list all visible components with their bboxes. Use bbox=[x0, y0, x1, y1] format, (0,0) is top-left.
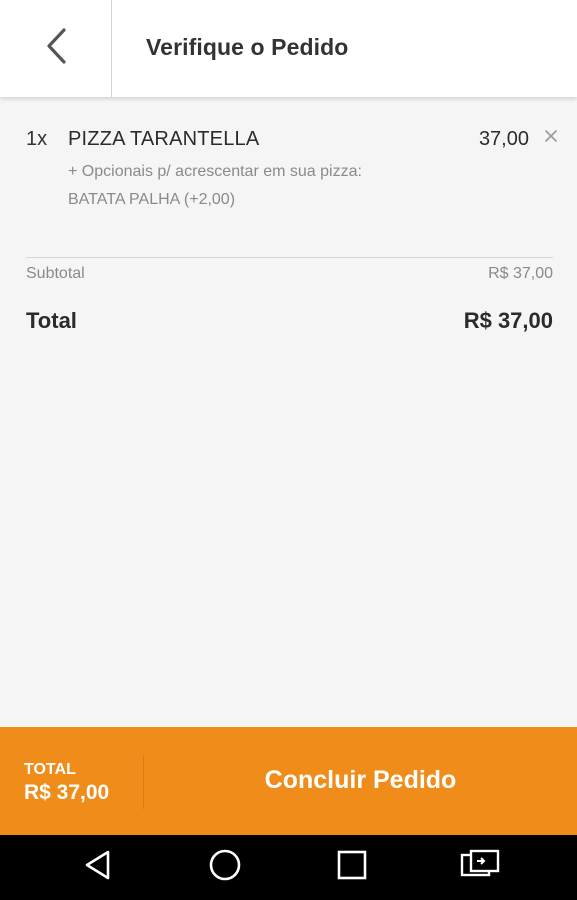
divider bbox=[26, 257, 553, 258]
recents-square-icon bbox=[336, 849, 368, 886]
item-price: 37,00 bbox=[478, 128, 529, 150]
subtotal-value: R$ 37,00 bbox=[488, 265, 553, 282]
footer-total-label: TOTAL bbox=[24, 761, 76, 778]
back-button[interactable] bbox=[0, 0, 112, 97]
item-name: PIZZA TARANTELLA bbox=[68, 128, 260, 150]
checkout-action-bar: TOTAL R$ 37,00 Concluir Pedido bbox=[0, 727, 577, 835]
footer-total: TOTAL R$ 37,00 bbox=[0, 727, 143, 835]
footer-total-value: R$ 37,00 bbox=[24, 781, 110, 804]
checkout-screen: Verifique o Pedido 1x PIZZA TARANTELLA 3… bbox=[0, 0, 577, 900]
order-item: 1x PIZZA TARANTELLA 37,00 + Opcionais p/… bbox=[0, 97, 577, 237]
app-header: Verifique o Pedido bbox=[0, 0, 577, 97]
system-back-button[interactable] bbox=[76, 847, 120, 887]
conclude-order-button[interactable]: Concluir Pedido bbox=[144, 727, 577, 835]
system-nav-bar bbox=[0, 835, 577, 900]
system-screen-switch-button[interactable] bbox=[458, 847, 502, 887]
total-label: Total bbox=[26, 308, 77, 333]
chevron-left-icon bbox=[45, 27, 67, 70]
close-icon bbox=[544, 129, 558, 148]
screen-switch-icon bbox=[460, 849, 500, 886]
total-value: R$ 37,00 bbox=[463, 308, 553, 333]
back-triangle-icon bbox=[83, 849, 113, 886]
item-option-value: BATATA PALHA (+2,00) bbox=[68, 191, 236, 208]
remove-item-button[interactable] bbox=[540, 127, 562, 149]
order-summary: 1x PIZZA TARANTELLA 37,00 + Opcionais p/… bbox=[0, 97, 577, 727]
page-title: Verifique o Pedido bbox=[146, 34, 349, 60]
system-home-button[interactable] bbox=[203, 847, 247, 887]
item-option-label: + Opcionais p/ acrescentar em sua pizza: bbox=[68, 163, 362, 180]
system-recents-button[interactable] bbox=[330, 847, 374, 887]
home-circle-icon bbox=[208, 848, 242, 887]
item-quantity: 1x bbox=[26, 128, 48, 150]
conclude-order-label: Concluir Pedido bbox=[264, 765, 457, 794]
subtotal-label: Subtotal bbox=[26, 265, 85, 282]
